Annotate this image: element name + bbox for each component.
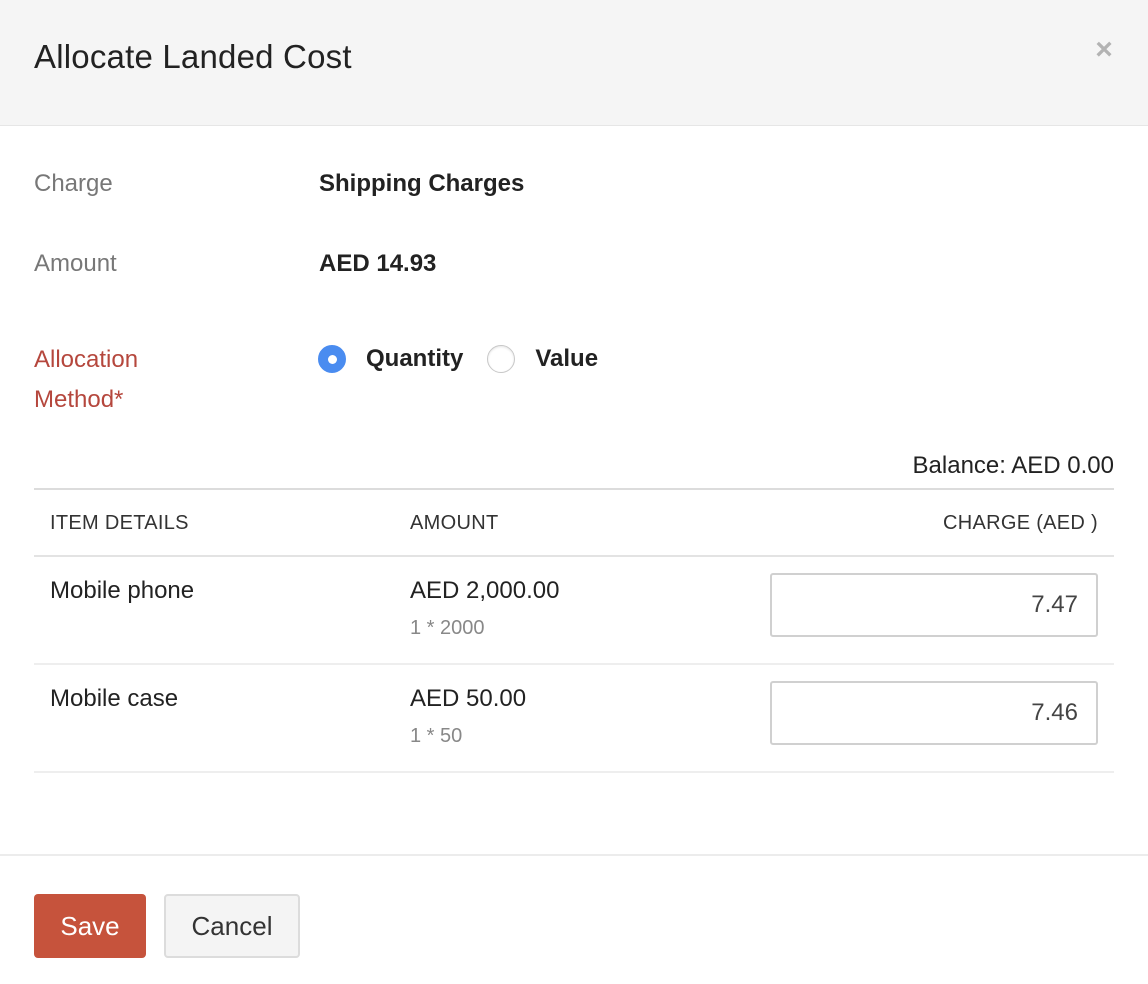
radio-quantity[interactable]: Quantity: [318, 345, 463, 373]
amount-value: AED 14.93: [319, 250, 437, 277]
charge-value: Shipping Charges: [319, 170, 525, 197]
allocation-method-radio-group: Quantity Value: [318, 342, 622, 376]
radio-value[interactable]: Value: [487, 345, 598, 373]
table-header: ITEM DETAILS AMOUNT CHARGE (AED ): [34, 488, 1114, 557]
charge-input[interactable]: [770, 573, 1098, 637]
dialog-header: Allocate Landed Cost ×: [0, 0, 1148, 126]
radio-unchecked-icon[interactable]: [487, 345, 516, 373]
radio-checked-icon[interactable]: [318, 345, 346, 373]
header-amount: AMOUNT: [410, 512, 499, 534]
table-row: Mobile case AED 50.00 1 * 50: [34, 665, 1114, 773]
allocation-label-line1: Allocation: [34, 346, 139, 373]
balance-text: Balance: AED 0.00: [912, 452, 1114, 479]
dialog-title: Allocate Landed Cost: [34, 38, 352, 75]
amount-label: Amount: [34, 250, 117, 277]
table-row: Mobile phone AED 2,000.00 1 * 2000: [34, 557, 1114, 665]
item-amount: AED 50.00: [410, 685, 527, 712]
allocation-label-line2: Method*: [34, 386, 124, 413]
save-button[interactable]: Save: [34, 894, 146, 958]
item-name: Mobile phone: [50, 577, 195, 604]
item-quantity-rate: 1 * 50: [410, 725, 463, 747]
close-icon[interactable]: ×: [1090, 34, 1118, 66]
charge-input[interactable]: [770, 681, 1098, 745]
radio-value-label: Value: [535, 345, 599, 372]
item-quantity-rate: 1 * 2000: [410, 617, 485, 639]
cancel-button[interactable]: Cancel: [164, 894, 300, 958]
item-amount: AED 2,000.00: [410, 577, 560, 604]
radio-quantity-label: Quantity: [366, 345, 464, 372]
footer-divider: [0, 854, 1148, 856]
allocation-table: ITEM DETAILS AMOUNT CHARGE (AED ) Mobile…: [34, 488, 1114, 773]
header-charge: CHARGE (AED ): [942, 512, 1098, 534]
header-item-details: ITEM DETAILS: [50, 512, 189, 534]
item-name: Mobile case: [50, 685, 179, 712]
allocation-method-label: Allocation Method*: [34, 340, 138, 420]
charge-label: Charge: [34, 170, 113, 197]
